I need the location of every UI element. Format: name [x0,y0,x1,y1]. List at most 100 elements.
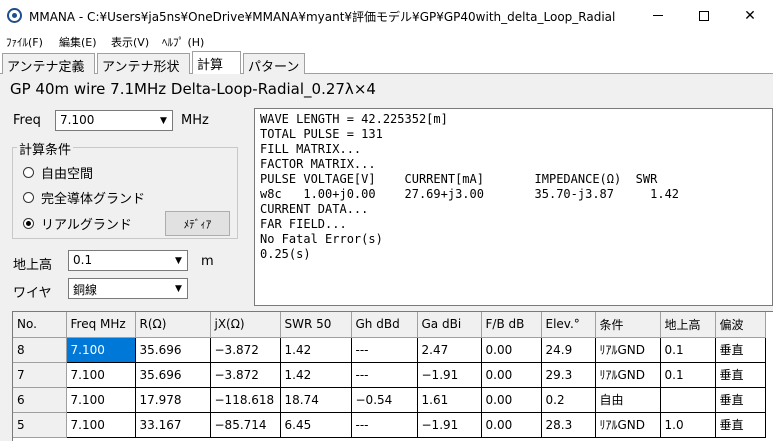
table-row[interactable]: 8 7.100 35.696 −3.872 1.42 --- 2.47 0.00 24.9 ﾘｱﾙ… [13,337,766,363]
column-header[interactable]: 地上高 [660,312,716,338]
menu-edit[interactable]: 編集(E) [59,34,97,50]
row-number[interactable]: 5 [13,412,67,438]
table-cell[interactable]: 自由 [595,387,661,413]
table-cell[interactable]: −85.714 [210,412,281,438]
table-row[interactable]: 6 7.100 17.978 −118.618 18.74 −0.54 1.61 0.00 0.… [13,387,766,413]
column-header[interactable]: No. [13,312,67,338]
table-cell[interactable] [660,387,716,413]
table-cell[interactable]: −1.91 [417,412,482,438]
calc-output-log[interactable]: WAVE LENGTH = 42.225352[m] TOTAL PULSE = … [254,108,773,306]
table-cell[interactable]: 1.0 [660,412,716,438]
column-header[interactable]: 偏波 [715,312,766,338]
window-title: MMANA - C:¥Users¥ja5ns¥OneDrive¥MMANA¥my… [29,10,616,24]
chevron-down-icon[interactable]: ▼ [155,111,172,130]
column-header[interactable]: F/B dB [481,312,542,338]
table-cell[interactable]: 0.2 [541,387,596,413]
column-header[interactable]: Ga dBi [417,312,482,338]
table-cell[interactable]: 29.3 [541,362,596,388]
table-cell[interactable]: ﾘｱﾙGND [595,362,661,388]
table-cell[interactable]: 0.00 [481,362,542,388]
wire-value: 銅線 [73,283,98,297]
menu-view[interactable]: 表示(V) [111,34,149,50]
table-cell[interactable]: −3.872 [210,337,281,363]
table-cell[interactable]: 垂直 [715,362,766,388]
table-cell[interactable]: −118.618 [210,387,281,413]
table-cell[interactable]: 6.45 [280,412,352,438]
tab-antenna-definition[interactable]: アンテナ定義 [2,53,95,75]
freq-combo[interactable]: 7.100 ▼ [55,110,173,131]
table-cell[interactable]: 1.61 [417,387,482,413]
height-combo[interactable]: 0.1 ▼ [68,250,188,271]
height-label: 地上高 [13,258,53,273]
column-header[interactable]: R(Ω) [135,312,211,338]
freq-label: Freq [13,113,41,128]
radio-perfect-ground[interactable]: 完全導体グランド [23,188,145,207]
table-cell[interactable]: 0.00 [481,337,542,363]
output-line: No Fatal Error(s) [260,232,383,246]
table-cell[interactable]: 33.167 [135,412,211,438]
table-cell[interactable]: 35.696 [135,337,211,363]
column-header[interactable]: 条件 [595,312,661,338]
freq-value: 7.100 [60,113,95,127]
table-cell[interactable]: 18.74 [280,387,352,413]
results-grid[interactable]: No. Freq MHz R(Ω) jX(Ω) SWR 50 Gh dBd Ga dBi F/… [12,311,773,441]
table-cell[interactable]: 7.100 [66,412,136,438]
menu-bar: ﾌｧｲﾙ(F) 編集(E) 表示(V) ﾍﾙﾌﾟ (H) [0,31,773,50]
tab-calculate[interactable]: 計算 [192,51,241,75]
table-cell[interactable]: 0.00 [481,387,542,413]
wire-combo[interactable]: 銅線 ▼ [68,278,188,299]
table-row[interactable]: 5 7.100 33.167 −85.714 6.45 --- −1.91 0.00 28.3 ﾘ… [13,412,766,438]
close-button[interactable]: ✕ [727,0,773,31]
table-cell[interactable]: 7.100 [66,362,136,388]
menu-help[interactable]: ﾍﾙﾌﾟ (H) [162,34,204,50]
table-cell[interactable]: 24.9 [541,337,596,363]
column-header[interactable]: Freq MHz [66,312,136,338]
table-cell[interactable]: 0.00 [481,412,542,438]
table-cell[interactable]: 垂直 [715,337,766,363]
chevron-down-icon[interactable]: ▼ [170,279,187,298]
table-cell[interactable]: 2.47 [417,337,482,363]
table-cell[interactable]: ﾘｱﾙGND [595,412,661,438]
table-cell[interactable]: --- [351,337,418,363]
height-unit: m [201,254,214,269]
column-header[interactable]: jX(Ω) [210,312,281,338]
row-number[interactable]: 7 [13,362,67,388]
radio-free-space-label: 自由空間 [41,167,94,182]
table-cell[interactable]: −0.54 [351,387,418,413]
maximize-button[interactable] [681,0,727,31]
wire-label: ワイヤ [13,286,52,301]
table-cell[interactable]: ﾘｱﾙGND [595,337,661,363]
table-cell[interactable]: 35.696 [135,362,211,388]
row-number[interactable]: 6 [13,387,67,413]
minimize-button[interactable] [635,0,681,31]
radio-free-space[interactable]: 自由空間 [23,163,93,182]
table-cell[interactable]: --- [351,362,418,388]
output-line: 0.25(s) [260,247,311,261]
table-cell[interactable]: −1.91 [417,362,482,388]
output-line: FAR FIELD... [260,217,347,231]
column-header[interactable]: Gh dBd [351,312,418,338]
table-cell[interactable]: 17.978 [135,387,211,413]
grid-header-row: No. Freq MHz R(Ω) jX(Ω) SWR 50 Gh dBd Ga dBi F/… [13,312,766,338]
table-cell[interactable]: 7.100 [66,337,136,363]
tab-pattern[interactable]: パターン [243,53,305,75]
table-cell[interactable]: 28.3 [541,412,596,438]
table-cell[interactable]: 垂直 [715,387,766,413]
column-header[interactable]: Elev.° [541,312,596,338]
row-number[interactable]: 8 [13,337,67,363]
table-cell[interactable]: 1.42 [280,362,352,388]
table-cell[interactable]: 垂直 [715,412,766,438]
table-cell[interactable]: --- [351,412,418,438]
table-row[interactable]: 7 7.100 35.696 −3.872 1.42 --- −1.91 0.00 29.3 ﾘｱ… [13,362,766,388]
menu-file[interactable]: ﾌｧｲﾙ(F) [6,34,43,50]
table-cell[interactable]: 7.100 [66,387,136,413]
radio-real-ground[interactable]: リアルグランド [23,214,132,233]
table-cell[interactable]: −3.872 [210,362,281,388]
column-header[interactable]: SWR 50 [280,312,352,338]
media-button[interactable]: ﾒﾃﾞｨｱ [165,211,230,236]
table-cell[interactable]: 0.1 [660,337,716,363]
chevron-down-icon[interactable]: ▼ [170,251,187,270]
table-cell[interactable]: 1.42 [280,337,352,363]
table-cell[interactable]: 0.1 [660,362,716,388]
tab-antenna-shape[interactable]: アンテナ形状 [97,53,190,75]
